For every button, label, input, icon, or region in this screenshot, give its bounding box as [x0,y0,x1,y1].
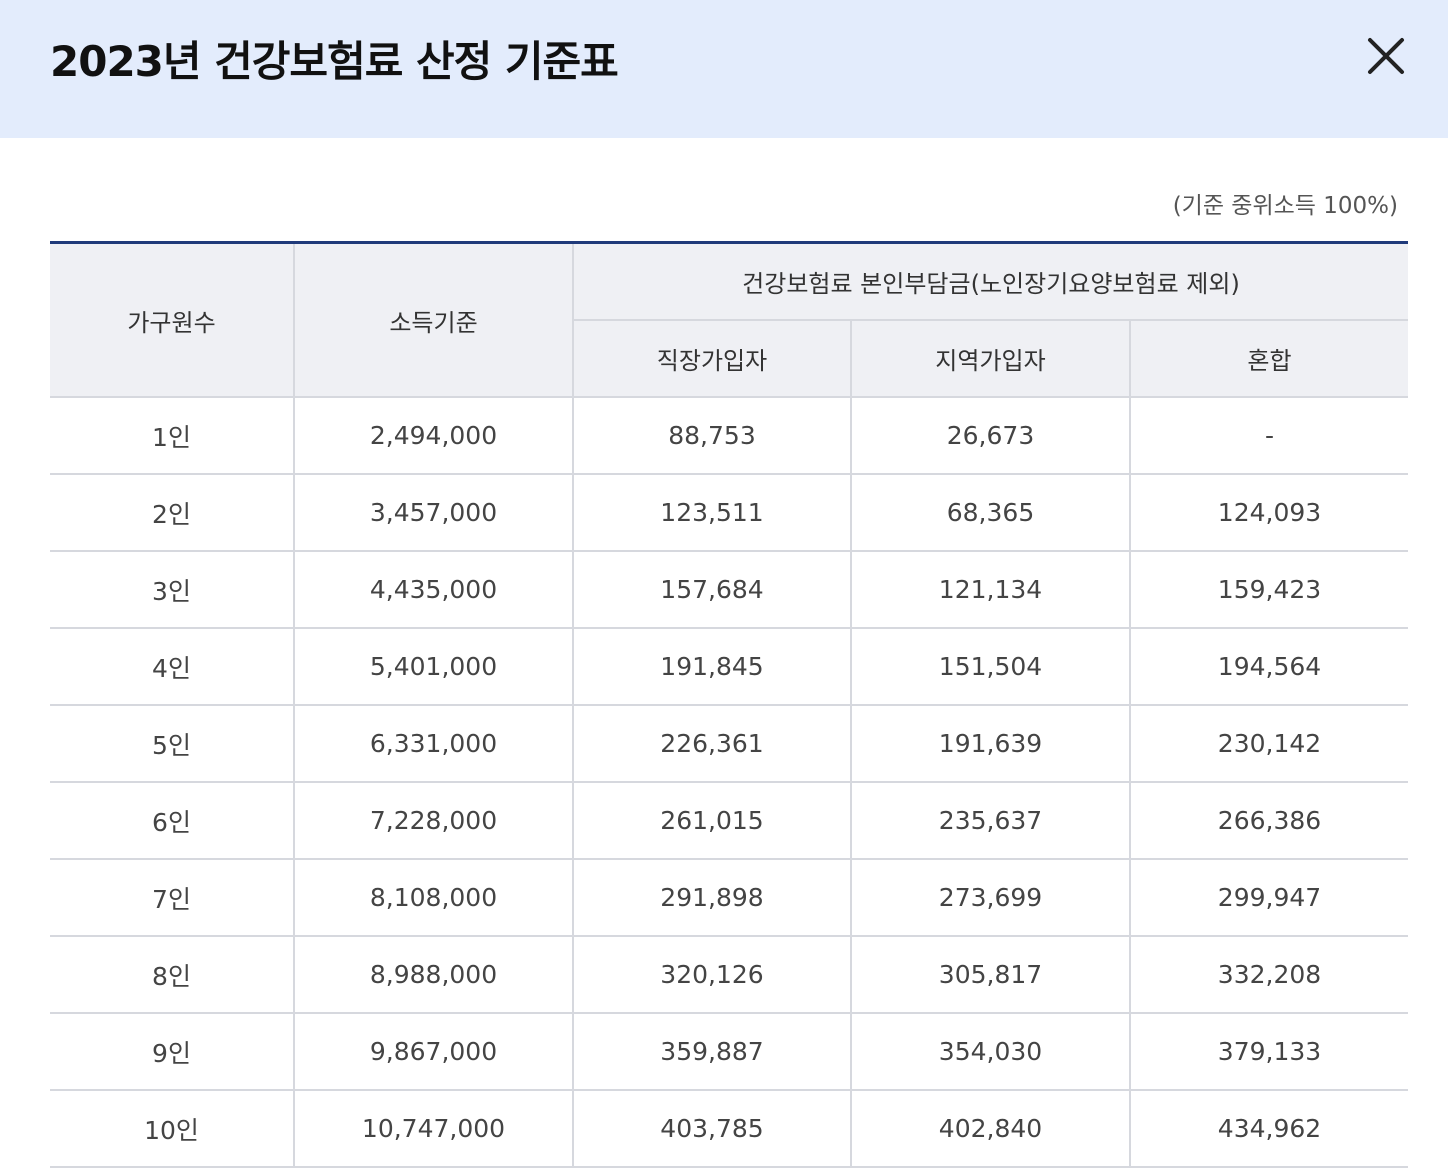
table-note: (기준 중위소득 100%) [1172,193,1398,219]
cell-income: 7,228,000 [293,782,573,860]
cell-mixed: 434,962 [1129,1090,1408,1168]
cell-income: 6,331,000 [293,705,573,783]
table-row: 8인 8,988,000 320,126 305,817 332,208 [50,936,1408,1014]
cell-regional: 121,134 [850,551,1130,629]
table-row: 5인 6,331,000 226,361 191,639 230,142 [50,705,1408,783]
cell-income: 9,867,000 [293,1013,573,1091]
close-icon [1368,38,1404,74]
cell-mixed: 230,142 [1129,705,1408,783]
cell-regional: 273,699 [850,859,1130,937]
cell-regional: 402,840 [850,1090,1130,1168]
cell-household: 6인 [50,782,294,860]
cell-employee: 157,684 [572,551,851,629]
cell-regional: 354,030 [850,1013,1130,1091]
cell-regional: 151,504 [850,628,1130,706]
table-row: 3인 4,435,000 157,684 121,134 159,423 [50,551,1408,629]
cell-mixed: 266,386 [1129,782,1408,860]
header-premium-group: 건강보험료 본인부담금(노인장기요양보험료 제외) [572,242,1408,321]
header-mixed: 혼합 [1129,320,1408,398]
cell-household: 4인 [50,628,294,706]
modal-title: 2023년 건강보험료 산정 기준표 [50,37,619,86]
table-row: 9인 9,867,000 359,887 354,030 379,133 [50,1013,1408,1091]
cell-income: 8,988,000 [293,936,573,1014]
cell-mixed: - [1129,397,1408,475]
cell-regional: 68,365 [850,474,1130,552]
cell-mixed: 332,208 [1129,936,1408,1014]
cell-employee: 261,015 [572,782,851,860]
cell-household: 2인 [50,474,294,552]
cell-income: 8,108,000 [293,859,573,937]
cell-income: 3,457,000 [293,474,573,552]
cell-employee: 191,845 [572,628,851,706]
table-row: 6인 7,228,000 261,015 235,637 266,386 [50,782,1408,860]
cell-household: 8인 [50,936,294,1014]
cell-regional: 305,817 [850,936,1130,1014]
cell-regional: 191,639 [850,705,1130,783]
cell-household: 9인 [50,1013,294,1091]
modal-header: 2023년 건강보험료 산정 기준표 [0,0,1448,138]
insurance-table-container: 가구원수 소득기준 건강보험료 본인부담금(노인장기요양보험료 제외) 직장가입… [50,241,1408,1168]
header-income: 소득기준 [293,242,573,398]
cell-regional: 26,673 [850,397,1130,475]
cell-employee: 403,785 [572,1090,851,1168]
cell-mixed: 379,133 [1129,1013,1408,1091]
cell-income: 4,435,000 [293,551,573,629]
cell-employee: 88,753 [572,397,851,475]
table-row: 10인 10,747,000 403,785 402,840 434,962 [50,1090,1408,1168]
cell-employee: 291,898 [572,859,851,937]
cell-household: 1인 [50,397,294,475]
table-row: 7인 8,108,000 291,898 273,699 299,947 [50,859,1408,937]
cell-employee: 123,511 [572,474,851,552]
cell-employee: 226,361 [572,705,851,783]
header-employee: 직장가입자 [572,320,851,398]
cell-regional: 235,637 [850,782,1130,860]
header-household: 가구원수 [50,242,294,398]
insurance-table: 가구원수 소득기준 건강보험료 본인부담금(노인장기요양보험료 제외) 직장가입… [50,241,1408,1168]
header-regional: 지역가입자 [850,320,1130,398]
cell-household: 7인 [50,859,294,937]
cell-income: 10,747,000 [293,1090,573,1168]
table-row: 2인 3,457,000 123,511 68,365 124,093 [50,474,1408,552]
cell-mixed: 299,947 [1129,859,1408,937]
cell-mixed: 159,423 [1129,551,1408,629]
cell-income: 2,494,000 [293,397,573,475]
table-row: 4인 5,401,000 191,845 151,504 194,564 [50,628,1408,706]
cell-employee: 320,126 [572,936,851,1014]
cell-employee: 359,887 [572,1013,851,1091]
cell-income: 5,401,000 [293,628,573,706]
table-row: 1인 2,494,000 88,753 26,673 - [50,397,1408,475]
cell-household: 5인 [50,705,294,783]
close-button[interactable] [1362,32,1410,80]
cell-mixed: 124,093 [1129,474,1408,552]
cell-household: 10인 [50,1090,294,1168]
cell-mixed: 194,564 [1129,628,1408,706]
cell-household: 3인 [50,551,294,629]
